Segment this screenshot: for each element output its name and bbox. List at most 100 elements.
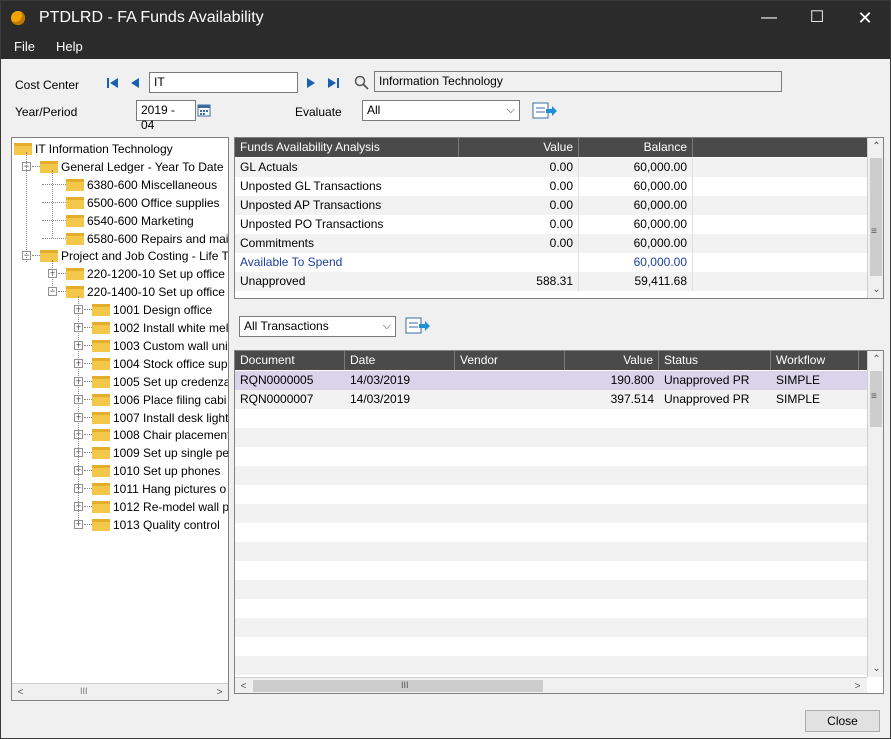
minimize-button[interactable]: — bbox=[746, 1, 792, 35]
year-period-input[interactable]: 2019 - 04 bbox=[136, 100, 196, 132]
tree-node-task[interactable]: 1006 Place filing cabi bbox=[113, 391, 228, 409]
cost-center-label: Cost Center bbox=[15, 78, 80, 92]
close-window-button[interactable]: ✕ bbox=[842, 1, 888, 35]
tree-node-task[interactable]: 1007 Install desk light bbox=[113, 409, 228, 427]
tree-node-gl-item[interactable]: 6500-600 Office supplies bbox=[87, 194, 228, 212]
transactions-export-button[interactable] bbox=[405, 316, 431, 336]
previous-record-button[interactable] bbox=[130, 76, 140, 93]
table-row[interactable] bbox=[235, 504, 867, 523]
last-record-button[interactable] bbox=[327, 76, 339, 93]
analysis-row[interactable]: Available To Spend 60,000.00 bbox=[235, 253, 867, 272]
tree-node-task[interactable]: 1011 Hang pictures o bbox=[113, 480, 228, 498]
tree-node-task[interactable]: 1013 Quality control bbox=[113, 516, 228, 534]
table-row[interactable] bbox=[235, 637, 867, 656]
table-row[interactable] bbox=[235, 599, 867, 618]
scroll-thumb[interactable] bbox=[253, 680, 543, 692]
cost-center-tree[interactable]: IT Information Technology − General Ledger… bbox=[11, 137, 229, 701]
table-row[interactable] bbox=[235, 428, 867, 447]
transactions-grid[interactable]: Document Date Vendor Value Status Workfl… bbox=[234, 350, 884, 694]
table-row[interactable] bbox=[235, 466, 867, 485]
tree-node-task[interactable]: 1010 Set up phones bbox=[113, 462, 228, 480]
table-row[interactable] bbox=[235, 485, 867, 504]
analysis-header-label[interactable]: Funds Availability Analysis bbox=[235, 138, 459, 157]
folder-icon bbox=[92, 304, 110, 317]
table-row[interactable] bbox=[235, 542, 867, 561]
tree-node-gl-item[interactable]: 6380-600 Miscellaneous bbox=[87, 176, 228, 194]
scroll-left-icon[interactable]: < bbox=[235, 678, 252, 693]
export-icon bbox=[532, 102, 557, 119]
maximize-button[interactable]: ☐ bbox=[794, 1, 840, 35]
scroll-left-icon[interactable]: < bbox=[12, 684, 29, 700]
calendar-button[interactable] bbox=[197, 103, 211, 120]
analysis-cell-balance: 59,411.68 bbox=[579, 272, 693, 291]
scroll-grip-icon[interactable]: III bbox=[80, 686, 88, 696]
tree-node-task[interactable]: 1008 Chair placement bbox=[113, 426, 228, 444]
analysis-row[interactable]: Unapproved 588.31 59,411.68 bbox=[235, 272, 867, 291]
table-row[interactable] bbox=[235, 580, 867, 599]
scroll-thumb[interactable] bbox=[870, 158, 882, 276]
col-document[interactable]: Document bbox=[235, 351, 345, 370]
menu-help[interactable]: Help bbox=[56, 39, 83, 54]
tree-node-project[interactable]: 220-1200-10 Set up office bbox=[87, 265, 228, 283]
scroll-down-icon[interactable]: ⌄ bbox=[868, 660, 883, 677]
scroll-up-icon[interactable]: ⌃ bbox=[868, 138, 883, 155]
analysis-row[interactable]: GL Actuals 0.00 60,000.00 bbox=[235, 158, 867, 177]
tree-node-task[interactable]: 1001 Design office bbox=[113, 301, 228, 319]
cost-center-input[interactable]: IT bbox=[149, 72, 298, 93]
analysis-header-balance[interactable]: Balance bbox=[579, 138, 693, 157]
tree-node-task[interactable]: 1003 Custom wall unit bbox=[113, 337, 228, 355]
tree-node-root[interactable]: IT Information Technology bbox=[35, 140, 228, 158]
funds-analysis-grid[interactable]: Funds Availability Analysis Value Balanc… bbox=[234, 137, 884, 299]
table-row[interactable]: RQN0000007 14/03/2019 397.514 Unapproved PR… bbox=[235, 390, 867, 409]
analysis-cell-label: GL Actuals bbox=[240, 160, 298, 174]
finder-button[interactable] bbox=[354, 75, 370, 94]
col-value[interactable]: Value bbox=[565, 351, 659, 370]
analysis-vertical-scrollbar[interactable]: ⌃ ≡ ⌄ bbox=[867, 138, 883, 298]
analysis-cell-label: Unposted AP Transactions bbox=[240, 198, 382, 212]
tree-node-task[interactable]: 1002 Install white mel bbox=[113, 319, 228, 337]
first-record-button[interactable] bbox=[107, 76, 119, 93]
tree-node-task[interactable]: 1009 Set up single pe bbox=[113, 444, 228, 462]
tree-node-gl-item[interactable]: 6540-600 Marketing bbox=[87, 212, 228, 230]
scroll-up-icon[interactable]: ⌃ bbox=[868, 351, 883, 368]
table-row[interactable] bbox=[235, 618, 867, 637]
menu-file[interactable]: File bbox=[14, 39, 35, 54]
tree-node-gl[interactable]: General Ledger - Year To Date bbox=[61, 158, 228, 176]
transactions-vertical-scrollbar[interactable]: ⌃ ≡ ⌄ bbox=[867, 351, 883, 677]
evaluate-export-button[interactable] bbox=[532, 101, 558, 121]
col-workflow[interactable]: Workflow bbox=[771, 351, 859, 370]
tree-node-pjc[interactable]: Project and Job Costing - Life T bbox=[61, 247, 228, 265]
scroll-down-icon[interactable]: ⌄ bbox=[868, 281, 883, 298]
analysis-row[interactable]: Unposted GL Transactions 0.00 60,000.00 bbox=[235, 177, 867, 196]
table-row[interactable]: RQN0000005 14/03/2019 190.800 Unapproved PR… bbox=[235, 371, 867, 390]
tree-node-gl-item[interactable]: 6580-600 Repairs and mai bbox=[87, 230, 228, 248]
scroll-right-icon[interactable]: > bbox=[849, 678, 866, 693]
col-vendor[interactable]: Vendor bbox=[455, 351, 565, 370]
analysis-cell-balance: 60,000.00 bbox=[579, 234, 693, 253]
evaluate-select[interactable]: All ⌵ bbox=[362, 100, 520, 121]
tree-node-task[interactable]: 1004 Stock office sup bbox=[113, 355, 228, 373]
analysis-header-value[interactable]: Value bbox=[459, 138, 579, 157]
tree-node-project[interactable]: 220-1400-10 Set up office bbox=[87, 283, 228, 301]
table-row[interactable] bbox=[235, 523, 867, 542]
folder-icon bbox=[66, 214, 84, 227]
tree-node-task[interactable]: 1005 Set up credenza bbox=[113, 373, 228, 391]
table-row[interactable] bbox=[235, 447, 867, 466]
transactions-filter-select[interactable]: All Transactions ⌵ bbox=[239, 316, 396, 337]
table-row[interactable] bbox=[235, 409, 867, 428]
tree-horizontal-scrollbar[interactable]: < III > bbox=[12, 683, 228, 700]
close-button[interactable]: Close bbox=[805, 710, 880, 732]
table-row[interactable] bbox=[235, 561, 867, 580]
tree-node-task[interactable]: 1012 Re-model wall p bbox=[113, 498, 228, 516]
col-status[interactable]: Status bbox=[659, 351, 771, 370]
transactions-horizontal-scrollbar[interactable]: < III > bbox=[235, 677, 867, 693]
app-icon bbox=[11, 11, 25, 25]
analysis-row[interactable]: Unposted PO Transactions 0.00 60,000.00 bbox=[235, 215, 867, 234]
analysis-row[interactable]: Commitments 0.00 60,000.00 bbox=[235, 234, 867, 253]
next-record-button[interactable] bbox=[306, 76, 316, 93]
col-date[interactable]: Date bbox=[345, 351, 455, 370]
table-row[interactable] bbox=[235, 656, 867, 675]
scroll-right-icon[interactable]: > bbox=[211, 684, 228, 700]
cell-status: Unapproved PR bbox=[664, 392, 750, 406]
analysis-row[interactable]: Unposted AP Transactions 0.00 60,000.00 bbox=[235, 196, 867, 215]
